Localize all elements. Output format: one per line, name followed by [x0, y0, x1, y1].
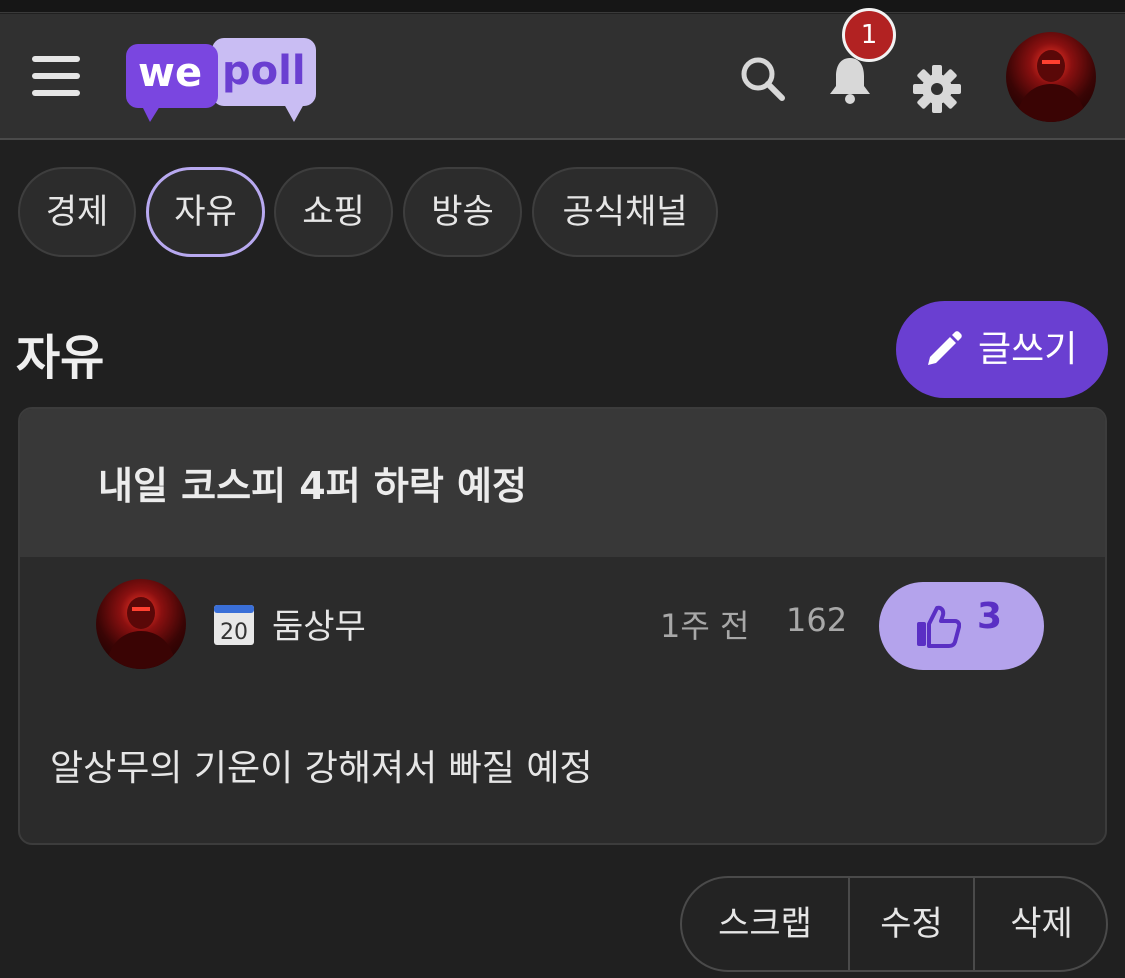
like-count: 3: [977, 596, 1003, 637]
tab-free[interactable]: 자유: [146, 167, 265, 257]
search-icon[interactable]: [738, 54, 786, 102]
tab-economy[interactable]: 경제: [18, 167, 136, 257]
view-count: 162: [786, 601, 848, 639]
gear-icon[interactable]: [912, 64, 962, 114]
page-title: 자유: [16, 330, 105, 386]
write-button-label: 글쓰기: [978, 329, 1078, 370]
post-body: 알상무의 기운이 강해져서 빠질 예정: [50, 748, 593, 789]
svg-text:20: 20: [220, 620, 248, 645]
top-border: [0, 0, 1125, 13]
calendar-icon: 20: [214, 605, 254, 645]
wepoll-logo[interactable]: we poll: [124, 36, 320, 128]
post-title[interactable]: 내일 코스피 4퍼 하락 예정: [98, 455, 527, 510]
user-avatar[interactable]: [1006, 32, 1096, 122]
hamburger-menu-icon[interactable]: [32, 56, 82, 96]
like-button[interactable]: 3: [879, 582, 1044, 670]
tab-shopping[interactable]: 쇼핑: [274, 167, 393, 257]
thumbs-up-icon: [917, 605, 961, 648]
post-actions: 스크랩 수정 삭제: [680, 876, 1108, 972]
post-header: 내일 코스피 4퍼 하락 예정: [20, 409, 1105, 557]
write-button[interactable]: 글쓰기: [896, 301, 1108, 398]
tab-broadcast[interactable]: 방송: [403, 167, 522, 257]
scrap-button[interactable]: 스크랩: [682, 878, 848, 970]
tab-official-channel[interactable]: 공식채널: [532, 167, 718, 257]
notification-badge: 1: [842, 8, 896, 62]
post-card: 내일 코스피 4퍼 하락 예정 20 둠상무 1주 전 162 3 알상무의 기…: [18, 407, 1107, 845]
post-time: 1주 전: [660, 607, 750, 645]
edit-button[interactable]: 수정: [848, 878, 973, 970]
pencil-icon: [928, 331, 962, 365]
author-avatar[interactable]: [96, 579, 186, 669]
svg-text:poll: poll: [222, 48, 306, 94]
svg-text:we: we: [138, 50, 202, 96]
author-name[interactable]: 둠상무: [272, 599, 366, 648]
delete-button[interactable]: 삭제: [973, 878, 1106, 970]
app-header: we poll: [0, 14, 1125, 140]
